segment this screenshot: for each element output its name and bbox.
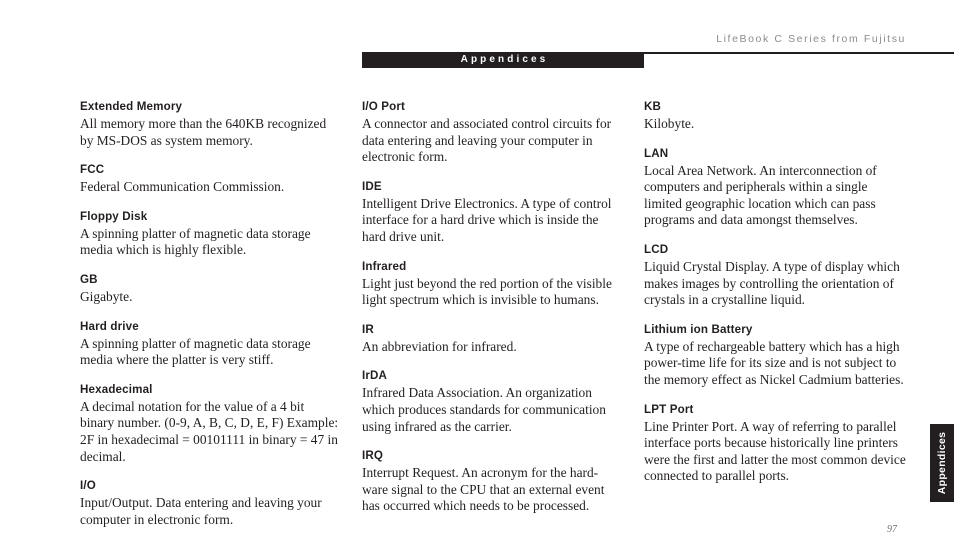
glossary-term: IrDA bbox=[362, 369, 388, 383]
glossary-term: Floppy Disk bbox=[80, 209, 148, 223]
glossary-term: LCD bbox=[644, 242, 669, 256]
glossary-entry: Floppy Disk A spinning platter of magnet… bbox=[80, 210, 340, 259]
glossary-entry: FCC Federal Communication Commission. bbox=[80, 163, 340, 196]
glossary-entry: LPT Port Line Printer Port. A way of ref… bbox=[644, 403, 906, 485]
glossary-term: Infrared bbox=[362, 259, 407, 273]
glossary-entry: Infrared Light just beyond the red porti… bbox=[362, 260, 622, 309]
glossary-entry: IDE Intelligent Drive Electronics. A typ… bbox=[362, 180, 622, 246]
glossary-entry: KB Kilobyte. bbox=[644, 100, 906, 133]
glossary-term: Hexadecimal bbox=[80, 382, 153, 396]
glossary-term: IR bbox=[362, 322, 374, 336]
glossary-columns: Extended Memory All memory more than the… bbox=[80, 100, 906, 528]
glossary-entry: LAN Local Area Network. An interconnecti… bbox=[644, 147, 906, 229]
glossary-term: I/O bbox=[80, 479, 96, 493]
glossary-entry: LCD Liquid Crystal Display. A type of di… bbox=[644, 243, 906, 309]
glossary-entry: Extended Memory All memory more than the… bbox=[80, 100, 340, 149]
glossary-entry: I/O Port A connector and associated cont… bbox=[362, 100, 622, 166]
glossary-entry: I/O Input/Output. Data entering and leav… bbox=[80, 479, 340, 528]
page-number: 97 bbox=[887, 524, 897, 535]
glossary-term: LAN bbox=[644, 146, 669, 160]
running-header-title: LifeBook C Series from Fujitsu bbox=[716, 33, 906, 45]
glossary-definition: Interrupt Request. An acronym for the ha… bbox=[362, 465, 605, 514]
glossary-term: GB bbox=[80, 272, 98, 286]
glossary-term: Extended Memory bbox=[80, 100, 183, 113]
glossary-column-3: KB Kilobyte. LAN Local Area Network. An … bbox=[644, 100, 906, 528]
glossary-definition: A spinning platter of magnetic data stor… bbox=[80, 335, 311, 368]
glossary-term: I/O Port bbox=[362, 100, 406, 113]
glossary-definition: Liquid Crystal Display. A type of displa… bbox=[644, 258, 900, 308]
glossary-term: Lithium ion Battery bbox=[644, 322, 753, 336]
section-title-banner: Appendices bbox=[362, 52, 644, 68]
glossary-column-1: Extended Memory All memory more than the… bbox=[80, 100, 340, 528]
glossary-entry: Hard drive A spinning platter of magneti… bbox=[80, 320, 340, 369]
glossary-definition: A type of rechargeable battery which has… bbox=[644, 338, 904, 387]
side-thumb-tab: Appendices bbox=[930, 424, 954, 502]
glossary-definition: Infrared Data Association. An organizati… bbox=[362, 385, 606, 434]
glossary-definition: Light just beyond the red portion of the… bbox=[362, 275, 612, 308]
glossary-term: LPT Port bbox=[644, 402, 694, 416]
glossary-term: KB bbox=[644, 100, 662, 113]
glossary-definition: Line Printer Port. A way of referring to… bbox=[644, 418, 906, 484]
glossary-definition: Local Area Network. An interconnection o… bbox=[644, 162, 877, 228]
glossary-definition: Input/Output. Data entering and leaving … bbox=[80, 495, 322, 527]
glossary-definition: A decimal notation for the value of a 4 … bbox=[80, 398, 339, 464]
glossary-entry: GB Gigabyte. bbox=[80, 273, 340, 306]
glossary-definition: Intelligent Drive Electronics. A type of… bbox=[362, 195, 612, 244]
side-thumb-tab-label: Appendices bbox=[936, 431, 948, 495]
glossary-term: IRQ bbox=[362, 449, 384, 463]
glossary-term: Hard drive bbox=[80, 319, 139, 333]
glossary-definition: Kilobyte. bbox=[644, 116, 695, 131]
glossary-definition: A spinning platter of magnetic data stor… bbox=[80, 225, 311, 258]
glossary-entry: Hexadecimal A decimal notation for the v… bbox=[80, 383, 340, 465]
glossary-definition: An abbreviation for infrared. bbox=[362, 338, 517, 354]
glossary-definition: A connector and associated control circu… bbox=[362, 116, 612, 165]
glossary-entry: IRQ Interrupt Request. An acronym for th… bbox=[362, 449, 622, 515]
glossary-term: IDE bbox=[362, 179, 382, 193]
glossary-entry: IrDA Infrared Data Association. An organ… bbox=[362, 369, 622, 435]
glossary-definition: Federal Communication Commission. bbox=[80, 179, 285, 195]
glossary-definition: All memory more than the 640KB recognize… bbox=[80, 116, 327, 148]
glossary-column-2: I/O Port A connector and associated cont… bbox=[362, 100, 622, 528]
glossary-definition: Gigabyte. bbox=[80, 288, 133, 304]
glossary-entry: IR An abbreviation for infrared. bbox=[362, 323, 622, 356]
glossary-entry: Lithium ion Battery A type of rechargeab… bbox=[644, 323, 906, 389]
glossary-term: FCC bbox=[80, 163, 105, 177]
